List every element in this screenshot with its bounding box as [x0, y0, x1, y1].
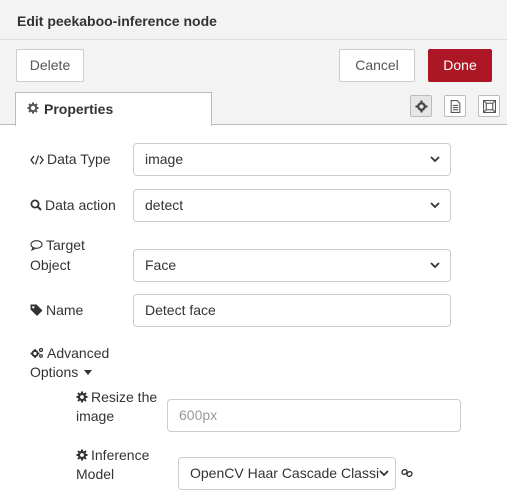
- data-type-select[interactable]: image: [133, 143, 451, 176]
- chevron-down-icon: [430, 202, 440, 209]
- gears-icon: [30, 347, 44, 358]
- data-action-select[interactable]: detect: [133, 189, 451, 222]
- resize-label-line2: image: [76, 408, 115, 424]
- target-object-label: Target: [30, 234, 85, 256]
- data-type-label: Data Type: [30, 148, 111, 170]
- dialog-title-bar: Edit peekaboo-inference node: [0, 0, 507, 40]
- chevron-down-icon: [430, 262, 440, 269]
- code-icon: [30, 155, 44, 165]
- name-label: Name: [30, 299, 83, 321]
- target-object-select[interactable]: Face: [133, 249, 451, 282]
- dialog-toolbar: Delete Cancel Done: [0, 40, 507, 92]
- chevron-down-icon: [430, 156, 440, 163]
- inference-model-select[interactable]: OpenCV Haar Cascade Classi: [178, 457, 396, 490]
- cancel-button[interactable]: Cancel: [339, 49, 415, 82]
- target-object-label-line2: Object: [30, 257, 71, 273]
- search-icon: [30, 199, 42, 211]
- gear-icon: [27, 102, 39, 114]
- inference-model-label-line2: Model: [76, 466, 115, 482]
- gear-icon: [415, 100, 428, 113]
- caret-down-icon: [84, 370, 93, 375]
- resize-input[interactable]: 600px: [167, 399, 461, 432]
- gear-icon: [76, 449, 88, 461]
- link-icon[interactable]: [401, 468, 413, 478]
- tab-properties[interactable]: Properties: [15, 92, 212, 126]
- data-action-label: Data action: [30, 194, 116, 216]
- document-icon: [450, 100, 461, 113]
- properties-form: Data Type image Data action detect Targe…: [0, 126, 507, 499]
- tab-settings[interactable]: [410, 95, 432, 117]
- tab-properties-label: Properties: [44, 101, 114, 117]
- comment-icon: [30, 240, 43, 252]
- name-input[interactable]: Detect face: [133, 294, 451, 327]
- done-button[interactable]: Done: [428, 49, 492, 82]
- gear-icon: [76, 391, 88, 403]
- delete-button[interactable]: Delete: [16, 49, 84, 82]
- tab-description[interactable]: [444, 95, 466, 117]
- tag-icon: [30, 304, 43, 316]
- tab-appearance[interactable]: [478, 95, 500, 117]
- dialog-title: Edit peekaboo-inference node: [17, 13, 217, 29]
- tab-bar: Properties: [0, 92, 507, 126]
- frame-icon: [483, 100, 496, 113]
- chevron-down-icon: [379, 470, 389, 477]
- advanced-options-toggle[interactable]: Options: [30, 361, 95, 383]
